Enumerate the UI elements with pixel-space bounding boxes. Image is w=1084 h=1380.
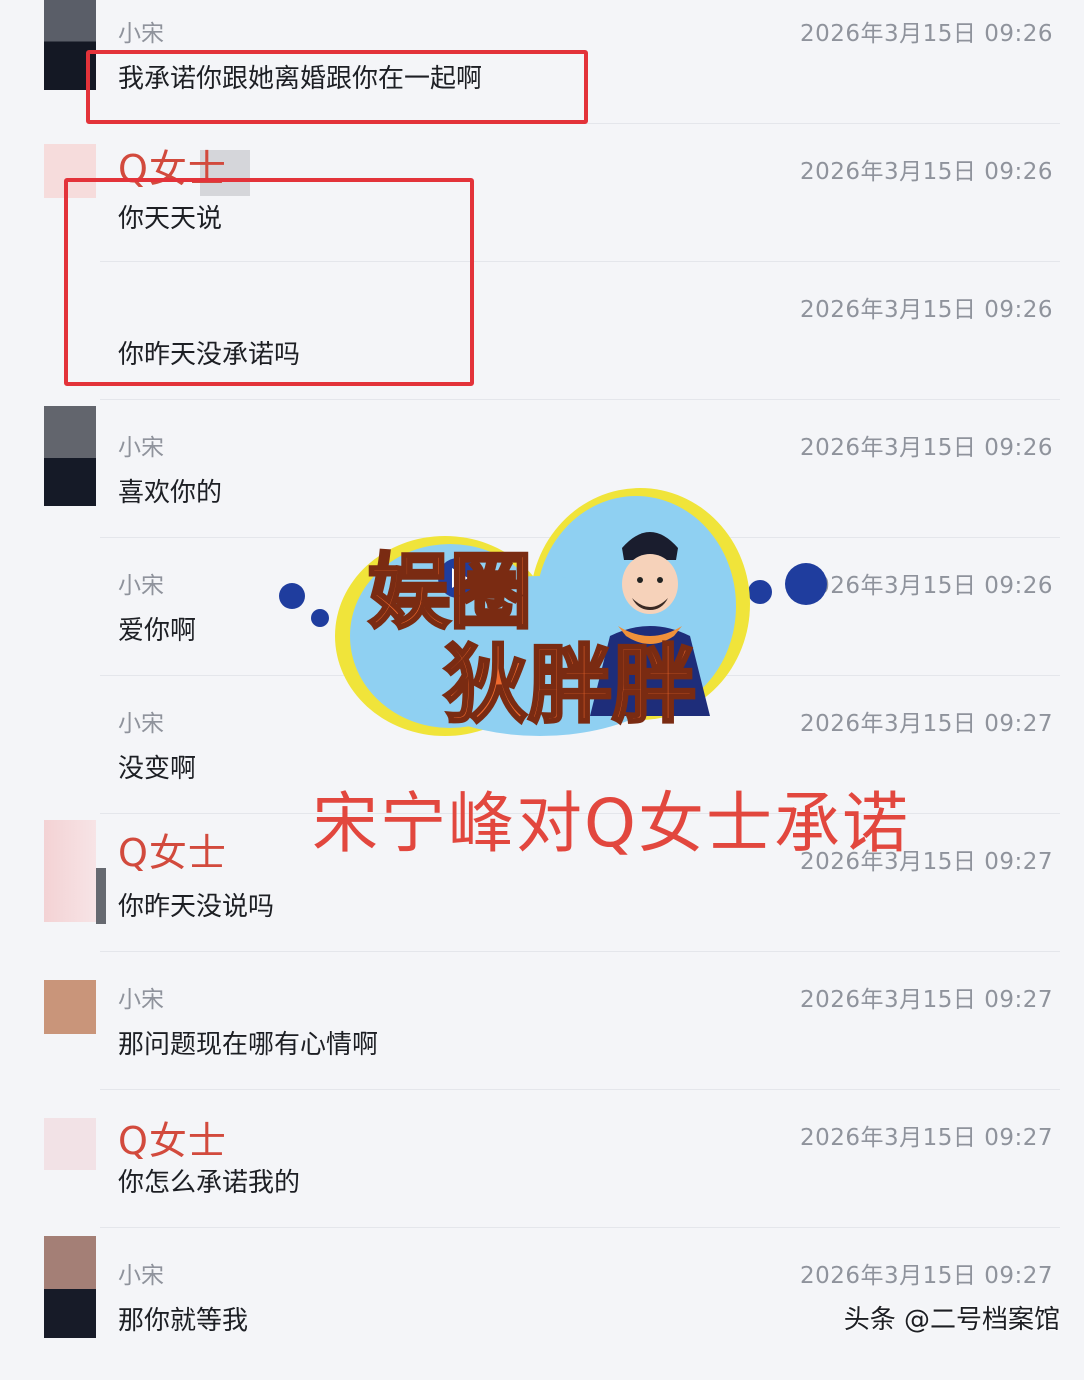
message-text: 喜欢你的 [118,478,223,508]
message-row: 小宋 2026年3月15日 09:27 那问题现在哪有心情啊 [0,966,1084,1104]
divider [100,951,1060,952]
sender-name: Q女士 [118,1119,227,1163]
message-text: 没变啊 [118,754,197,784]
blur-strip [96,868,106,924]
avatar[interactable] [44,1118,96,1170]
avatar[interactable] [44,1236,96,1338]
sender-name: Q女士 [118,831,227,875]
timestamp: 2026年3月15日 09:27 [799,987,1053,1013]
watermark: 头条 @二号档案馆 [843,1305,1060,1335]
decor-dot [748,580,772,604]
decor-dot [311,609,329,627]
sender-name: 小宋 [118,1263,164,1289]
sender-name: 小宋 [118,573,164,599]
sender-name: 小宋 [118,21,164,47]
message-text: 你昨天没说吗 [118,892,275,922]
message-text: 那问题现在哪有心情啊 [118,1030,379,1060]
timestamp: 2026年3月15日 09:26 [799,297,1053,323]
divider [100,1089,1060,1090]
logo-text-line2: 狄胖胖 [444,636,696,734]
timestamp: 2026年3月15日 09:27 [799,1125,1053,1151]
sender-name: 小宋 [118,435,164,461]
avatar[interactable] [44,820,96,922]
logo-text-line1: 娱圈 [368,545,532,640]
message-text: 你怎么承诺我的 [118,1168,301,1198]
avatar[interactable] [44,406,96,506]
highlight-box [86,50,588,124]
timestamp: 2026年3月15日 09:27 [799,1263,1053,1289]
message-text: 那你就等我 [118,1306,249,1336]
decor-dot [785,563,827,605]
channel-logo: 娱圈 狄胖胖 [279,488,827,736]
sender-name: 小宋 [118,987,164,1013]
overlay-title: 宋宁峰对Q女士承诺 [312,785,910,862]
timestamp: 2026年3月15日 09:26 [799,21,1053,47]
avatar[interactable] [44,980,96,1034]
timestamp: 2026年3月15日 09:26 [799,159,1053,185]
message-row: Q女士 2026年3月15日 09:27 你怎么承诺我的 [0,1104,1084,1242]
message-text: 爱你啊 [118,616,197,646]
decor-dot [279,583,305,609]
timestamp: 2026年3月15日 09:26 [799,435,1053,461]
sender-name: 小宋 [118,711,164,737]
highlight-box [64,178,474,386]
divider [100,399,1060,400]
divider [100,1227,1060,1228]
